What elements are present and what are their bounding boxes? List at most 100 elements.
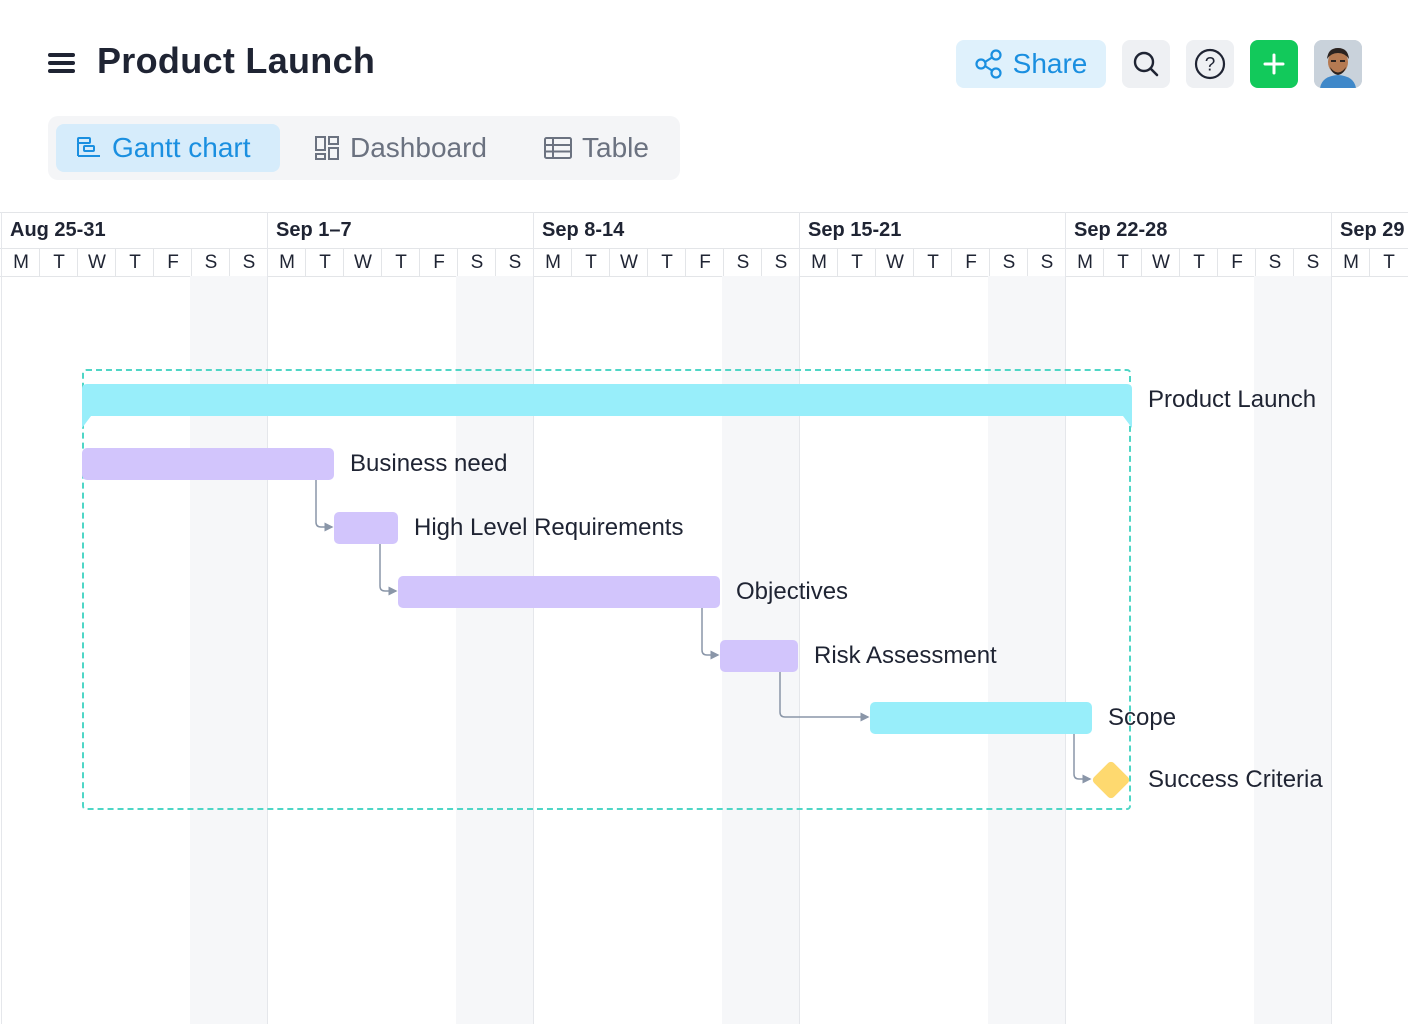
day-label: F <box>965 252 977 273</box>
top-bar: Product Launch Share ? <box>0 0 1408 120</box>
help-button[interactable]: ? <box>1186 40 1234 88</box>
plus-icon <box>1263 53 1285 75</box>
help-icon: ? <box>1194 48 1226 80</box>
day-separator <box>609 248 610 276</box>
day-label: M <box>279 252 295 273</box>
day-separator <box>1027 248 1028 276</box>
day-separator <box>1255 248 1256 276</box>
day-label: F <box>167 252 179 273</box>
day-label: W <box>1152 252 1170 273</box>
week-separator <box>1331 212 1332 1024</box>
day-separator <box>571 248 572 276</box>
day-label: F <box>433 252 445 273</box>
task-label: Success Criteria <box>1148 766 1323 793</box>
week-label: Sep 8-14 <box>542 219 625 241</box>
day-label: T <box>927 252 939 273</box>
day-label: S <box>508 252 522 273</box>
page-title: Product Launch <box>97 40 376 81</box>
day-label: M <box>13 252 29 273</box>
day-separator <box>1293 248 1294 276</box>
day-separator <box>1103 248 1104 276</box>
group-bar-product-launch[interactable] <box>82 384 1132 430</box>
gantt-icon <box>77 137 100 157</box>
day-separator <box>951 248 952 276</box>
day-label: T <box>661 252 673 273</box>
tab-label: Table <box>582 132 649 163</box>
day-label: W <box>88 252 106 273</box>
day-label: T <box>395 252 407 273</box>
day-label: S <box>736 252 750 273</box>
day-separator <box>305 248 306 276</box>
day-separator <box>115 248 116 276</box>
user-photo-icon <box>1314 40 1362 88</box>
day-separator <box>761 248 762 276</box>
day-label: M <box>1343 252 1359 273</box>
day-label: W <box>354 252 372 273</box>
day-label: T <box>1383 252 1395 273</box>
tab-gantt-chart[interactable]: Gantt chart <box>56 124 280 172</box>
day-separator <box>381 248 382 276</box>
day-label: S <box>1268 252 1282 273</box>
day-label: S <box>1002 252 1016 273</box>
week-label: Sep 15-21 <box>808 219 902 241</box>
day-separator <box>419 248 420 276</box>
day-label: S <box>1306 252 1320 273</box>
timeline-top-border <box>0 212 1408 213</box>
task-bar-high-level-requirements[interactable] <box>334 512 398 544</box>
week-row-border <box>0 248 1408 249</box>
task-bar-objectives[interactable] <box>398 576 720 608</box>
tab-dashboard[interactable]: Dashboard <box>314 124 514 172</box>
day-separator <box>913 248 914 276</box>
add-button[interactable] <box>1250 40 1298 88</box>
task-label: Business need <box>350 450 508 477</box>
day-label: T <box>129 252 141 273</box>
day-separator <box>229 248 230 276</box>
day-separator <box>875 248 876 276</box>
task-bar-business-need[interactable] <box>82 448 334 480</box>
task-label: Risk Assessment <box>814 642 997 669</box>
day-separator <box>77 248 78 276</box>
day-separator <box>989 248 990 276</box>
day-separator <box>837 248 838 276</box>
day-separator <box>1369 248 1370 276</box>
week-label: Sep 1–7 <box>276 219 352 241</box>
day-label: T <box>1193 252 1205 273</box>
day-separator <box>457 248 458 276</box>
week-label: Sep 22-28 <box>1074 219 1168 241</box>
day-label: W <box>620 252 638 273</box>
task-bar-scope[interactable] <box>870 702 1092 734</box>
day-label: T <box>585 252 597 273</box>
table-icon <box>544 137 572 159</box>
day-separator <box>39 248 40 276</box>
day-separator <box>647 248 648 276</box>
day-label: M <box>545 252 561 273</box>
search-button[interactable] <box>1122 40 1170 88</box>
dashboard-icon <box>315 136 339 160</box>
search-icon <box>1133 51 1159 77</box>
day-label: T <box>53 252 65 273</box>
task-label: High Level Requirements <box>414 514 684 541</box>
task-label: Objectives <box>736 578 849 605</box>
avatar[interactable] <box>1314 40 1362 88</box>
tab-table[interactable]: Table <box>544 124 674 172</box>
menu-icon[interactable] <box>46 50 78 76</box>
day-separator <box>191 248 192 276</box>
task-bar-risk-assessment[interactable] <box>720 640 798 672</box>
day-label: M <box>811 252 827 273</box>
week-label: Sep 29 <box>1340 219 1405 241</box>
day-label: S <box>1040 252 1054 273</box>
day-separator <box>495 248 496 276</box>
day-label: F <box>699 252 711 273</box>
day-label: T <box>1117 252 1129 273</box>
day-label: W <box>886 252 904 273</box>
day-separator <box>343 248 344 276</box>
day-separator <box>723 248 724 276</box>
task-label: Scope <box>1108 704 1177 731</box>
share-button[interactable]: Share <box>956 40 1106 88</box>
day-label: S <box>242 252 256 273</box>
week-separator <box>1 212 2 1024</box>
week-label: Aug 25-31 <box>10 219 106 241</box>
task-label: Product Launch <box>1148 386 1317 413</box>
share-icon <box>975 49 1002 79</box>
day-separator <box>1141 248 1142 276</box>
